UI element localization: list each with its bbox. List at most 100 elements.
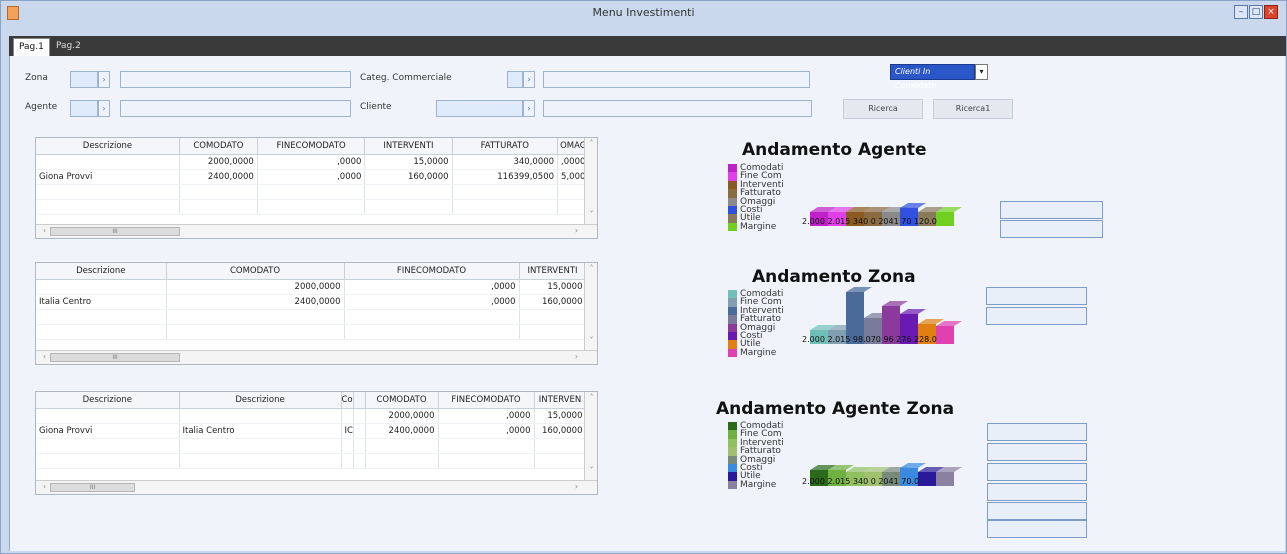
column-header[interactable]: COMODATO	[166, 263, 345, 280]
agente-zona-value-box-1[interactable]	[987, 423, 1087, 441]
ricerca-button[interactable]: Ricerca	[843, 99, 923, 119]
ricerca1-button[interactable]: Ricerca1	[933, 99, 1013, 119]
agente-zona-value-box-2[interactable]	[987, 443, 1087, 461]
categ-code-input[interactable]	[507, 71, 523, 88]
scroll-right-icon[interactable]: ›	[570, 482, 583, 491]
cliente-code-input[interactable]	[436, 100, 523, 117]
zona-lookup-button[interactable]: ›	[98, 71, 110, 88]
column-header[interactable]: Descrizione	[36, 392, 180, 409]
legend-swatch	[728, 315, 737, 324]
zona-code-input[interactable]	[70, 71, 98, 88]
zona-description-input[interactable]	[120, 71, 351, 88]
chevron-down-icon[interactable]: ▾	[975, 64, 988, 80]
chart-agente-zona: 2.000 2.015 340 0 2041 70.0	[802, 463, 962, 486]
column-header[interactable]	[353, 392, 366, 409]
scroll-up-icon[interactable]: ˄	[585, 139, 597, 148]
chart-value-labels: 2.000 2.015 340 0 2041 70 120.0	[802, 217, 937, 226]
scroll-down-icon[interactable]: ˅	[585, 466, 597, 475]
vertical-scrollbar[interactable]: ˄ ˅	[584, 392, 597, 480]
table-row[interactable]: Giona Provvi Italia Centro IC002 2400,00…	[36, 423, 587, 439]
scroll-thumb[interactable]: III	[50, 353, 180, 362]
categ-description-input[interactable]	[543, 71, 810, 88]
agente-code-input[interactable]	[70, 100, 98, 117]
chart-bar	[936, 212, 954, 226]
scroll-down-icon[interactable]: ˅	[585, 336, 597, 345]
horizontal-scrollbar[interactable]: ‹ III ›	[36, 224, 597, 238]
legend-swatch	[728, 222, 737, 232]
table-cell: ,0000	[438, 423, 535, 439]
column-header[interactable]: FINECOMODATO	[438, 392, 535, 409]
agenti-grid[interactable]: Descrizione COMODATO FINECOMODATO INTERV…	[35, 137, 598, 239]
legend-swatch	[728, 205, 737, 215]
window-title: Menu Investimenti	[592, 6, 695, 19]
horizontal-scrollbar[interactable]: ‹ III ›	[36, 480, 597, 494]
chart-bar-top	[900, 203, 926, 208]
chart-bar-top	[900, 463, 926, 468]
legend-label: Margine	[740, 221, 777, 232]
agente-description-input[interactable]	[120, 100, 351, 117]
scroll-thumb[interactable]: III	[50, 483, 135, 492]
table-row[interactable]: 2000,0000 ,0000 15,0000	[36, 279, 587, 295]
column-header[interactable]: INTERVEN	[534, 392, 587, 409]
table-row[interactable]: Italia Centro 2400,0000 ,0000 160,0000	[36, 294, 587, 310]
legend-swatch	[728, 197, 737, 206]
maximize-icon[interactable]: □	[1249, 5, 1263, 19]
table-cell: ,0000	[344, 294, 520, 310]
agente-lookup-button[interactable]: ›	[98, 100, 110, 117]
scroll-up-icon[interactable]: ˄	[585, 264, 597, 273]
vertical-scrollbar[interactable]: ˄ ˅	[584, 138, 597, 224]
scroll-right-icon[interactable]: ›	[570, 226, 583, 235]
table-cell: 116399,0500	[452, 169, 559, 185]
column-header[interactable]: Descrizione	[179, 392, 342, 409]
clienti-filter-select[interactable]: Clienti In Comodato	[890, 64, 975, 90]
tab-pag2[interactable]: Pag.2	[51, 38, 86, 56]
zone-grid[interactable]: Descrizione COMODATO FINECOMODATO INTERV…	[35, 262, 598, 365]
column-header[interactable]: COMODATO	[365, 392, 439, 409]
horizontal-scrollbar[interactable]: ‹ III ›	[36, 350, 597, 364]
scroll-thumb[interactable]: III	[50, 227, 180, 236]
legend-swatch	[728, 180, 737, 190]
column-header[interactable]: FINECOMODATO	[257, 138, 366, 155]
table-cell: 160,0000	[519, 294, 587, 310]
scroll-up-icon[interactable]: ˄	[585, 393, 597, 402]
cliente-description-input[interactable]	[543, 100, 812, 117]
chart-legend-agente-zona: Comodati Fine Com Interventi Fatturato Omagg…	[728, 422, 784, 489]
close-icon[interactable]: ×	[1264, 5, 1278, 19]
grid-header-row: Descrizione COMODATO FINECOMODATO INTERV…	[36, 138, 596, 155]
chart-bar-top	[918, 319, 944, 324]
agente-zona-value-box-5[interactable]	[987, 502, 1087, 520]
column-header[interactable]: FINECOMODATO	[344, 263, 520, 280]
column-header[interactable]: Descrizione	[36, 138, 180, 155]
vertical-scrollbar[interactable]: ˄ ˅	[584, 263, 597, 350]
chart-bar-top	[900, 309, 926, 314]
legend-swatch	[728, 340, 737, 349]
agente-zona-value-box-3[interactable]	[987, 463, 1087, 481]
chart-zona: 2.000 2.015 98.070 96 276 228.0	[802, 287, 962, 344]
page-content: Zona › Agente › Categ. Commerciale › Cli…	[9, 56, 1285, 551]
table-cell: 160,0000	[364, 169, 453, 185]
agente-zona-value-box-4[interactable]	[987, 483, 1087, 501]
chart-bar-top	[882, 301, 908, 306]
tab-pag1[interactable]: Pag.1	[13, 38, 50, 56]
chart-title-agente: Andamento Agente	[742, 140, 927, 160]
agenti-zone-grid[interactable]: Descrizione Descrizione Codice COMODATO …	[35, 391, 598, 495]
agente-value-box-1[interactable]	[1000, 201, 1103, 219]
column-header[interactable]: Codice	[341, 392, 354, 409]
column-header[interactable]: COMODATO	[179, 138, 258, 155]
table-row[interactable]: 2000,0000 ,0000 15,0000	[36, 408, 587, 424]
scroll-down-icon[interactable]: ˅	[585, 210, 597, 219]
categ-lookup-button[interactable]: ›	[523, 71, 535, 88]
column-header[interactable]: Descrizione	[36, 263, 167, 280]
scroll-right-icon[interactable]: ›	[570, 352, 583, 361]
table-row[interactable]: 2000,0000 ,0000 15,0000 340,0000 ,0000	[36, 154, 596, 170]
agente-zona-value-box-6[interactable]	[987, 520, 1087, 538]
agente-value-box-2[interactable]	[1000, 220, 1103, 238]
zona-value-box-1[interactable]	[986, 287, 1087, 305]
column-header[interactable]: INTERVENTI	[364, 138, 453, 155]
column-header[interactable]: FATTURATO	[452, 138, 559, 155]
column-header[interactable]: INTERVENTI	[519, 263, 587, 280]
minimize-icon[interactable]: –	[1234, 5, 1248, 19]
table-row[interactable]: Giona Provvi 2400,0000 ,0000 160,0000 11…	[36, 169, 596, 185]
zona-value-box-2[interactable]	[986, 307, 1087, 325]
cliente-lookup-button[interactable]: ›	[523, 100, 535, 117]
